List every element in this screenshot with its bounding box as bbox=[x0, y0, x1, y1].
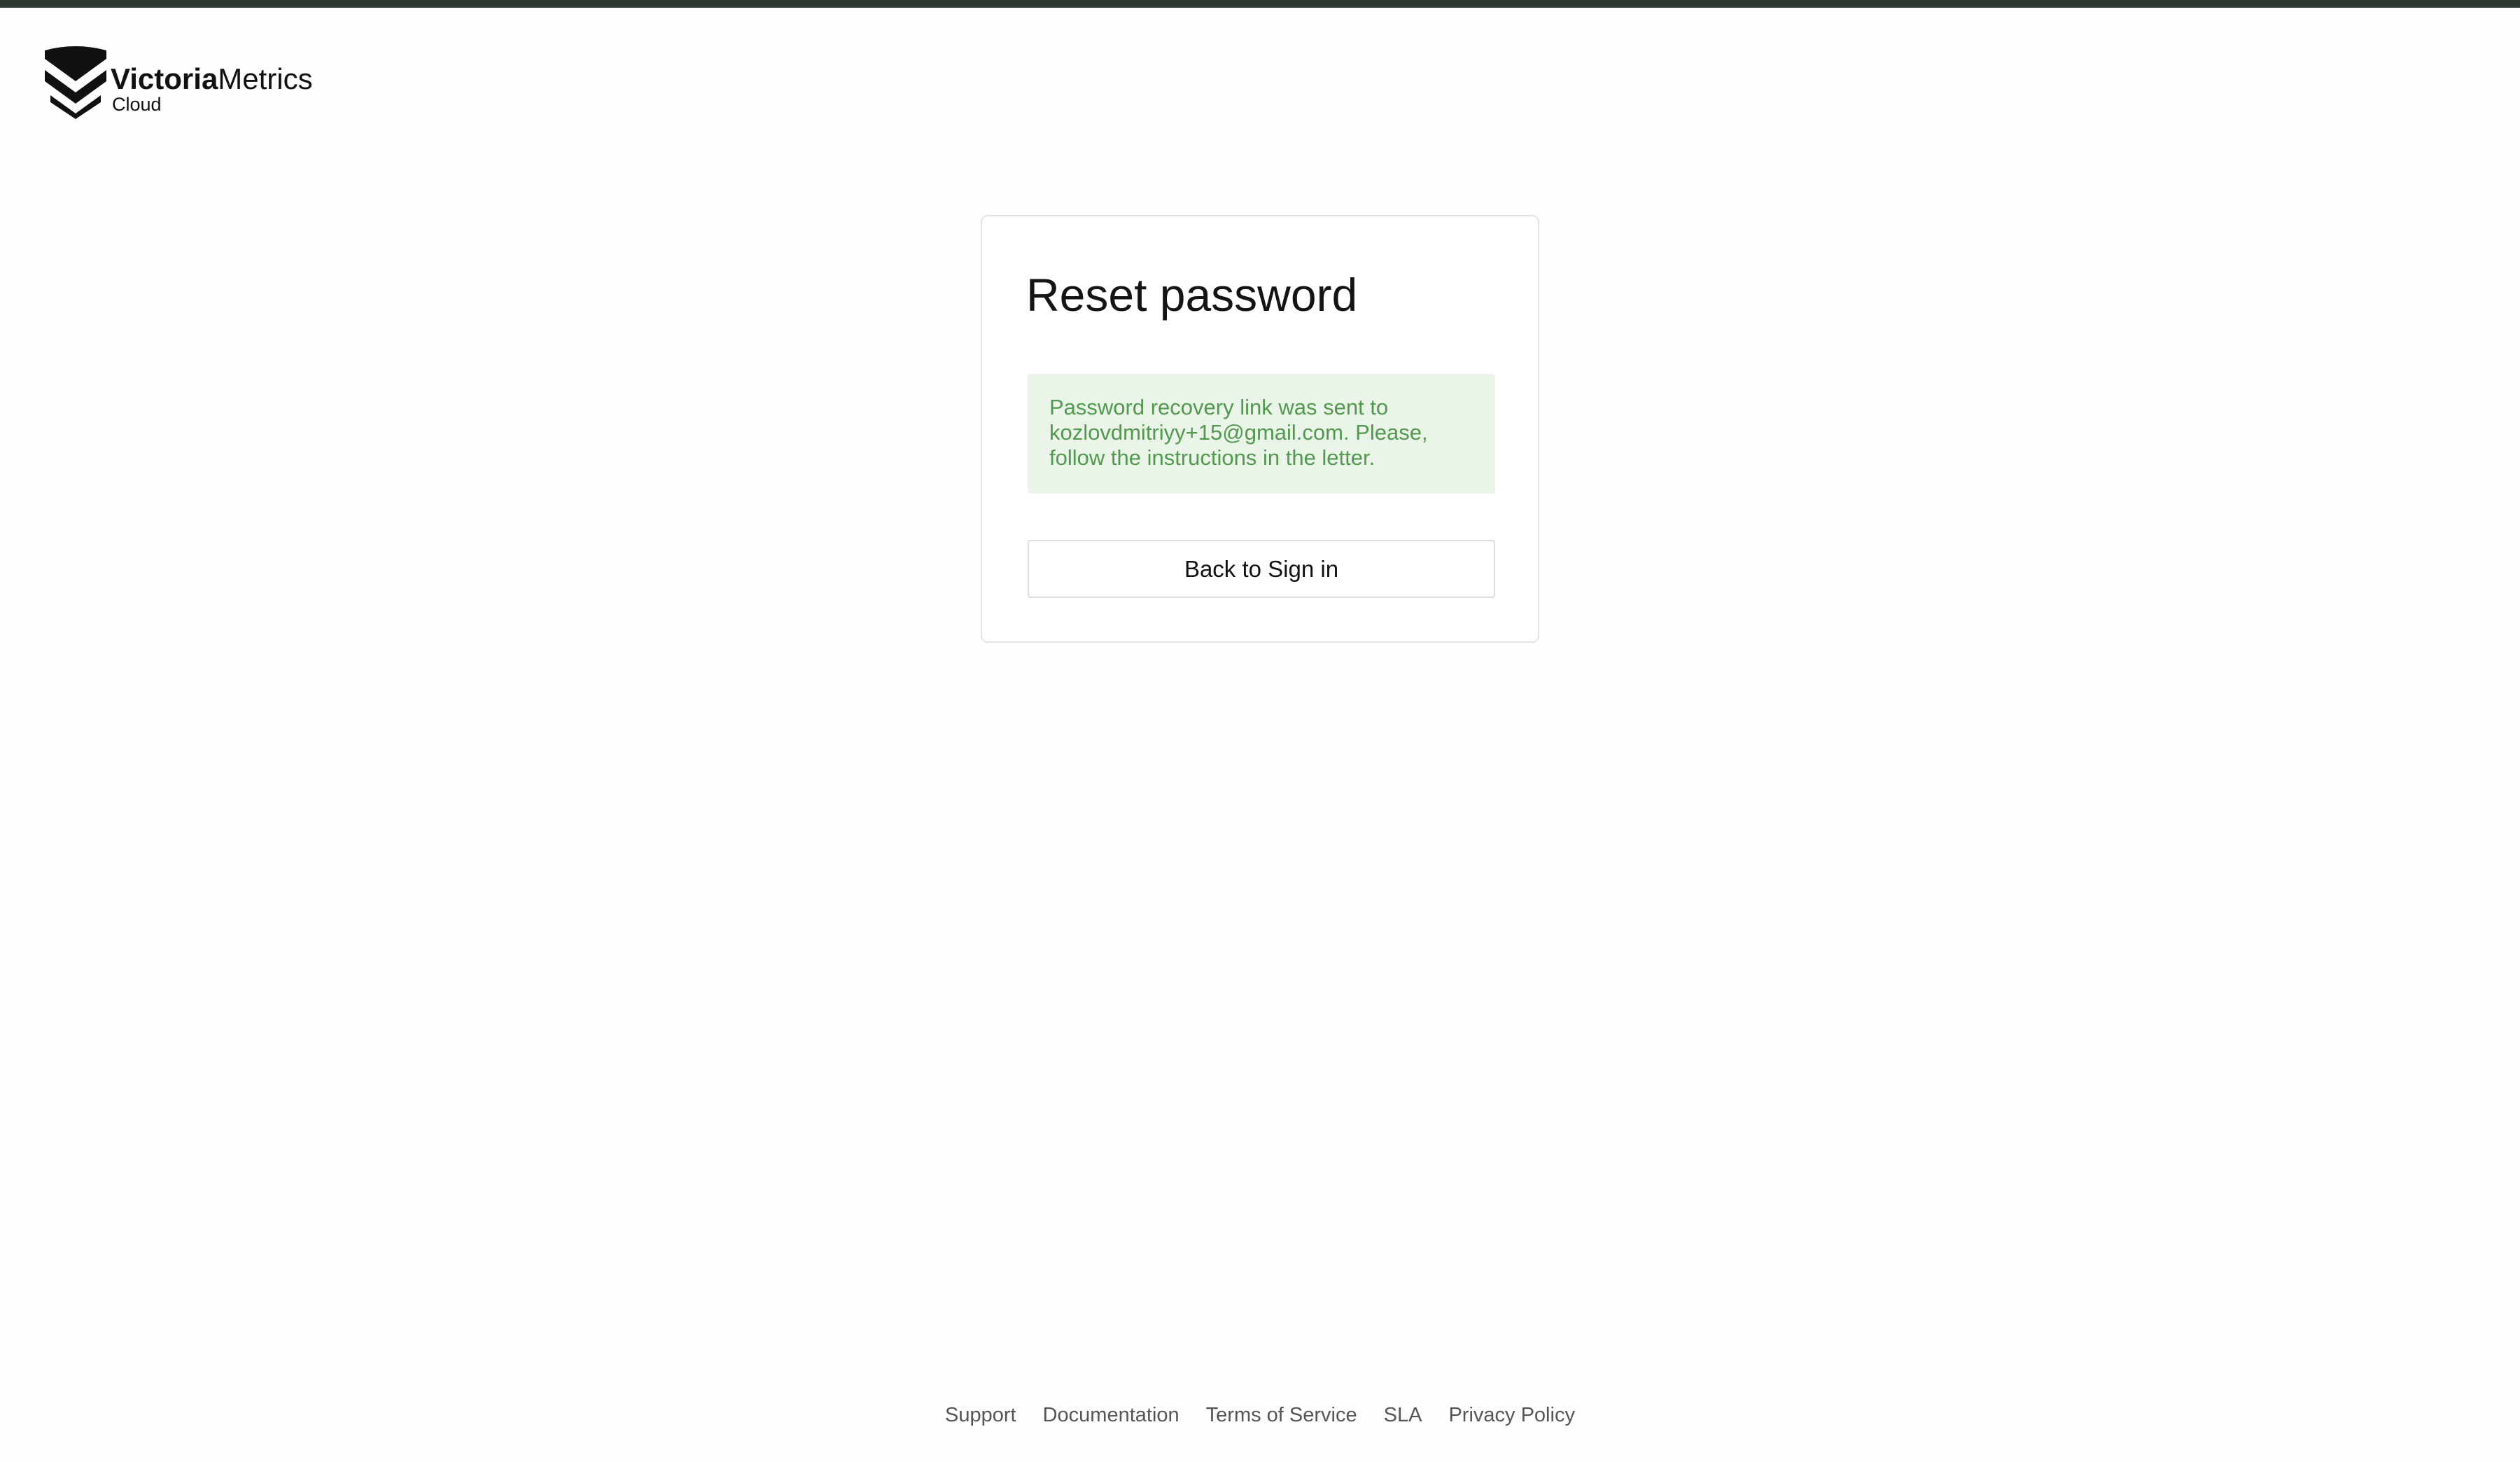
top-accent-bar bbox=[0, 0, 2520, 8]
logo-brand-bold: Victoria bbox=[111, 62, 218, 95]
logo-product-name: Cloud bbox=[112, 94, 162, 115]
footer-link-terms-of-service[interactable]: Terms of Service bbox=[1206, 1404, 1357, 1427]
footer-link-sla[interactable]: SLA bbox=[1384, 1404, 1422, 1427]
logo-brand-regular: Metrics bbox=[218, 62, 313, 95]
footer-link-support[interactable]: Support bbox=[945, 1404, 1016, 1427]
footer-links: Support Documentation Terms of Service S… bbox=[0, 1404, 2520, 1427]
victoriametrics-logo-icon bbox=[45, 46, 106, 119]
reset-password-card: Reset password Password recovery link wa… bbox=[981, 215, 1539, 643]
back-to-sign-in-button[interactable]: Back to Sign in bbox=[1028, 540, 1495, 598]
page-title: Reset password bbox=[1026, 269, 1358, 321]
footer-link-privacy-policy[interactable]: Privacy Policy bbox=[1448, 1404, 1575, 1427]
success-alert: Password recovery link was sent to kozlo… bbox=[1028, 374, 1495, 494]
logo-wordmark: VictoriaMetrics bbox=[111, 64, 313, 94]
victoriametrics-cloud-logo[interactable]: VictoriaMetrics Cloud bbox=[43, 46, 313, 119]
footer-link-documentation[interactable]: Documentation bbox=[1043, 1404, 1180, 1427]
